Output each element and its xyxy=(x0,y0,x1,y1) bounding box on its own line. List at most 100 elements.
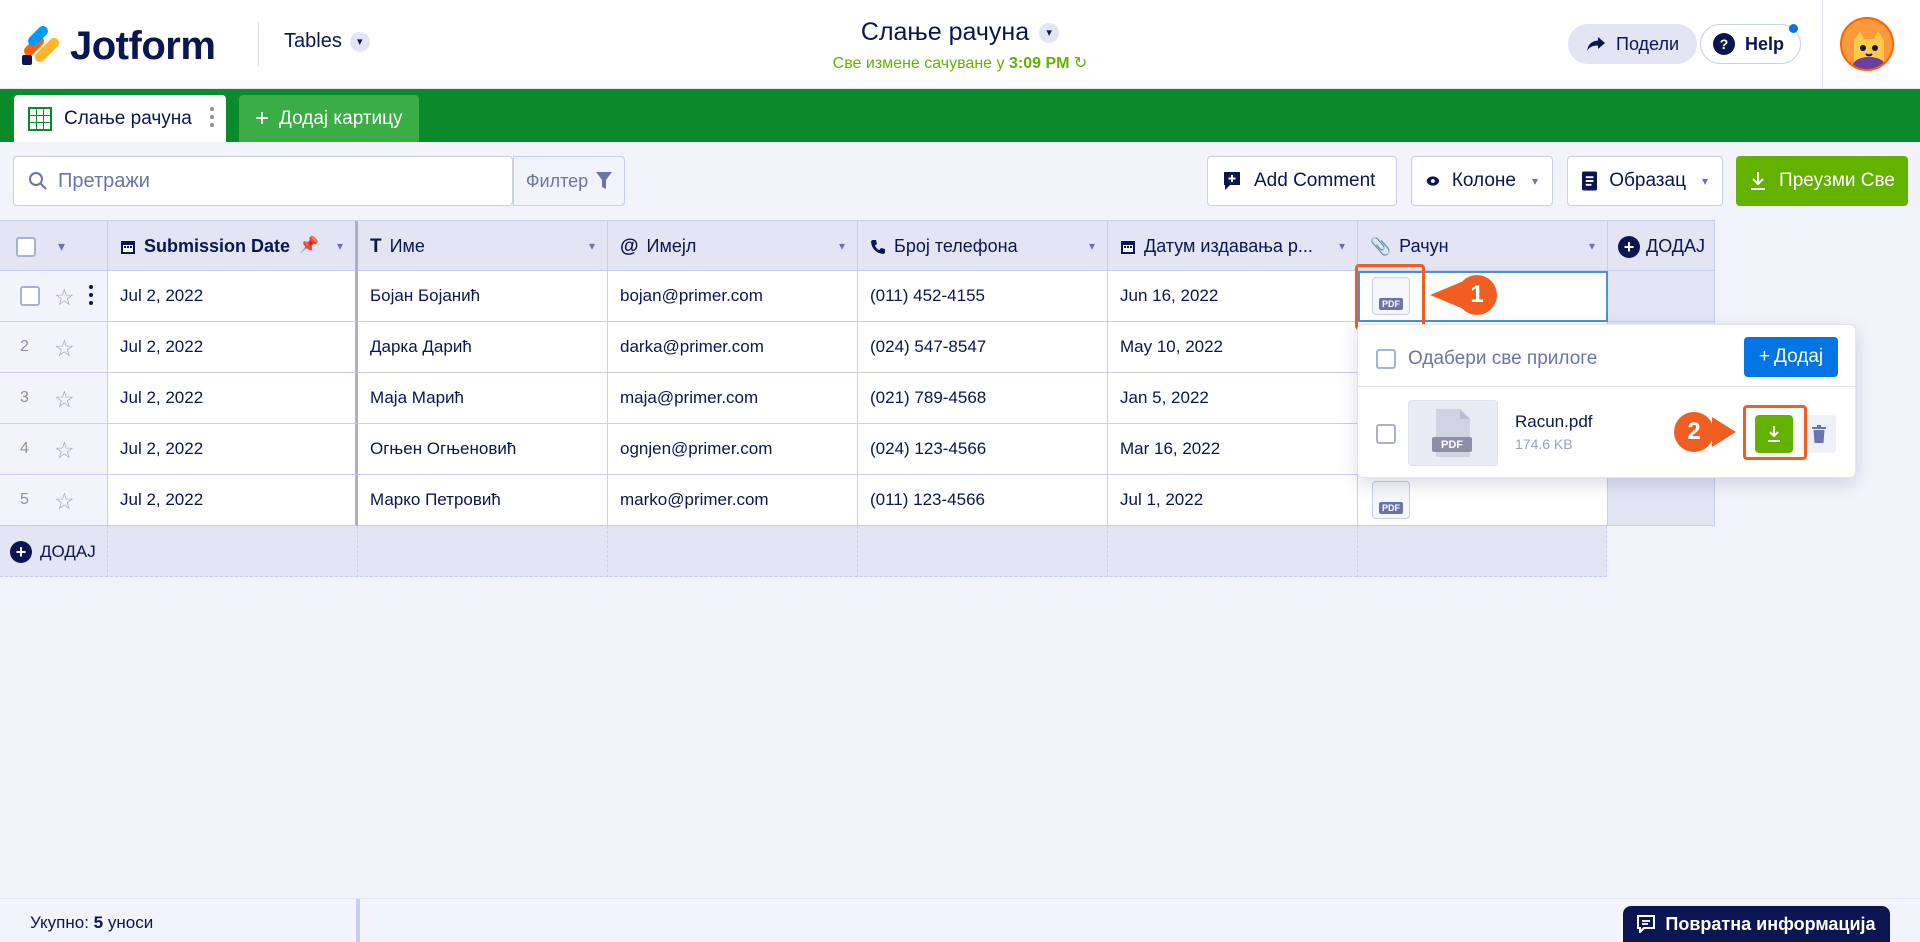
cell-issued[interactable]: Jul 1, 2022 xyxy=(1108,475,1358,526)
funnel-icon xyxy=(596,172,613,189)
star-icon[interactable]: ☆ xyxy=(54,284,75,311)
row-controls: ☆ xyxy=(0,271,108,322)
cell-email[interactable]: marko@primer.com xyxy=(608,475,858,526)
form-label: Образац xyxy=(1609,170,1686,191)
chevron-down-icon[interactable]: ▾ xyxy=(1589,239,1595,253)
add-attachment-button[interactable]: + Додај xyxy=(1744,337,1838,377)
cell-phone[interactable]: (024) 547-8547 xyxy=(858,322,1108,373)
add-column-button[interactable]: + ДОДАЈ xyxy=(1608,221,1715,272)
download-icon xyxy=(1751,172,1766,190)
cell-issued[interactable]: May 10, 2022 xyxy=(1108,322,1358,373)
annotation-arrow-right-icon xyxy=(1712,417,1736,447)
columns-button[interactable]: Колоне ▾ xyxy=(1411,156,1553,206)
column-header-submission-date[interactable]: Submission Date 📌 ▾ xyxy=(108,221,358,272)
attachment-checkbox[interactable] xyxy=(1376,424,1396,444)
notification-dot xyxy=(1789,24,1799,33)
chevron-down-icon[interactable]: ▾ xyxy=(1089,239,1095,253)
add-comment-button[interactable]: Add Comment xyxy=(1207,156,1397,206)
tables-menu-button[interactable]: Tables ▾ xyxy=(284,30,370,53)
chevron-down-icon[interactable]: ▾ xyxy=(337,239,343,253)
delete-attachment-button[interactable] xyxy=(1802,415,1836,453)
cell-name[interactable]: Маја Марић xyxy=(358,373,608,424)
cell-date[interactable]: Jul 2, 2022 xyxy=(108,424,358,475)
footer-resize-handle[interactable] xyxy=(356,899,360,942)
cell-email[interactable]: bojan@primer.com xyxy=(608,271,858,322)
add-row-button[interactable]: + ДОДАЈ xyxy=(0,526,108,577)
cell-issued[interactable]: Jan 5, 2022 xyxy=(1108,373,1358,424)
tab-invoices[interactable]: Слање рачуна xyxy=(14,95,226,142)
star-icon[interactable]: ☆ xyxy=(54,437,75,464)
logo-text: Jotform xyxy=(70,24,216,68)
save-status-text: Све измене сачуване у xyxy=(832,55,1005,72)
row-controls: 5 ☆ xyxy=(0,475,108,526)
pdf-attachment-thumbnail[interactable]: PDF xyxy=(1372,481,1410,519)
star-icon[interactable]: ☆ xyxy=(54,386,75,413)
table-row[interactable]: 5 ☆ Jul 2, 2022 Марко Петровић marko@primer.… xyxy=(0,475,1715,526)
cell-phone[interactable]: (011) 123-4566 xyxy=(858,475,1108,526)
pin-icon[interactable]: 📌 xyxy=(299,235,319,255)
help-button[interactable]: ? Help xyxy=(1700,24,1802,64)
search-placeholder: Претражи xyxy=(58,169,150,192)
column-header-email[interactable]: @ Имејл ▾ xyxy=(608,221,858,272)
feedback-button[interactable]: Повратна информација xyxy=(1623,906,1890,942)
select-all-checkbox[interactable] xyxy=(16,236,36,257)
table-header-row: ▾ Submission Date 📌 ▾ T Име ▾ @ Имејл ▾ … xyxy=(0,220,1715,272)
column-label: Број телефона xyxy=(894,236,1018,256)
filter-label: Филтер xyxy=(525,170,589,191)
cell-date[interactable]: Jul 2, 2022 xyxy=(108,475,358,526)
user-avatar[interactable] xyxy=(1840,17,1894,71)
star-icon[interactable]: ☆ xyxy=(54,488,75,515)
save-status: Све измене сачуване у 3:09 PM ↻ xyxy=(800,53,1120,73)
chevron-down-icon: ▾ xyxy=(1701,174,1708,188)
document-title-button[interactable]: Слање рачуна ▾ xyxy=(861,18,1060,47)
plus-circle-icon: + xyxy=(10,540,32,563)
cell-name[interactable]: Марко Петровић xyxy=(358,475,608,526)
header-select-all[interactable]: ▾ xyxy=(0,221,108,272)
plus-circle-icon: + xyxy=(1618,235,1640,258)
cell-name[interactable]: Дарка Дарић xyxy=(358,322,608,373)
column-label: Рачун xyxy=(1399,236,1449,256)
column-header-phone[interactable]: Број телефона ▾ xyxy=(858,221,1108,272)
cell-name[interactable]: Бојан Бојанић xyxy=(358,271,608,322)
cell-date[interactable]: Jul 2, 2022 xyxy=(108,373,358,424)
star-icon[interactable]: ☆ xyxy=(54,335,75,362)
column-header-issue-date[interactable]: Датум издавања р... ▾ xyxy=(1108,221,1358,272)
chevron-down-icon[interactable]: ▾ xyxy=(589,239,595,253)
phone-icon xyxy=(871,239,885,254)
tab-options-icon[interactable] xyxy=(210,107,214,127)
refresh-icon: ↻ xyxy=(1073,55,1088,72)
pdf-file-thumbnail[interactable]: PDF xyxy=(1408,400,1498,466)
cell-date[interactable]: Jul 2, 2022 xyxy=(108,271,358,322)
filter-button[interactable]: Филтер xyxy=(513,156,625,206)
cell-phone[interactable]: (011) 452-4155 xyxy=(858,271,1108,322)
annotation-highlight-1 xyxy=(1355,264,1425,330)
row-options-icon[interactable] xyxy=(89,285,93,305)
row-checkbox[interactable] xyxy=(20,286,40,306)
divider xyxy=(1358,386,1855,387)
cell-phone[interactable]: (021) 789-4568 xyxy=(858,373,1108,424)
cell-email[interactable]: ognjen@primer.com xyxy=(608,424,858,475)
jotform-logo[interactable]: Jotform xyxy=(21,23,216,69)
cell-phone[interactable]: (024) 123-4566 xyxy=(858,424,1108,475)
feedback-label: Повратна информација xyxy=(1665,913,1876,934)
add-tab-button[interactable]: + Додај картицу xyxy=(239,95,419,142)
chevron-down-icon[interactable]: ▾ xyxy=(1339,239,1345,253)
share-icon xyxy=(1587,37,1605,51)
chevron-down-icon[interactable]: ▾ xyxy=(839,239,845,253)
share-button[interactable]: Подели xyxy=(1568,24,1698,64)
cell-email[interactable]: darka@primer.com xyxy=(608,322,858,373)
cell-email[interactable]: maja@primer.com xyxy=(608,373,858,424)
search-input[interactable]: Претражи xyxy=(13,156,513,206)
download-all-button[interactable]: Преузми Све xyxy=(1736,156,1908,206)
cell-issued[interactable]: Mar 16, 2022 xyxy=(1108,424,1358,475)
pdf-file-icon: PDF xyxy=(1432,409,1472,457)
total-label: Укупно: xyxy=(30,913,89,932)
chevron-down-icon[interactable]: ▾ xyxy=(58,238,65,255)
cell-name[interactable]: Огњен Огњеновић xyxy=(358,424,608,475)
select-all-attachments-checkbox[interactable] xyxy=(1376,349,1396,369)
form-button[interactable]: Образац ▾ xyxy=(1567,156,1723,206)
cell-issued[interactable]: Jun 16, 2022 xyxy=(1108,271,1358,322)
cell-date[interactable]: Jul 2, 2022 xyxy=(108,322,358,373)
column-header-name[interactable]: T Име ▾ xyxy=(358,221,608,272)
cell-invoice[interactable]: PDF xyxy=(1358,475,1608,526)
